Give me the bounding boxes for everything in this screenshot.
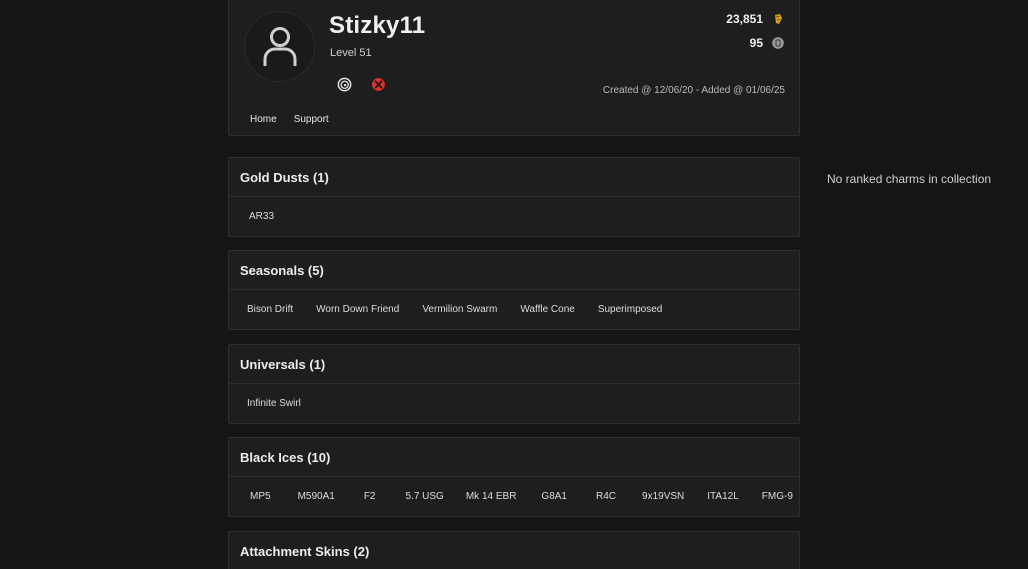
attachment-skins-title: Attachment Skins (2): [240, 544, 370, 559]
username: Stizky11: [329, 12, 426, 39]
section-header: Seasonals (5): [229, 251, 799, 290]
section-items: Bison Drift Worn Down Friend Vermilion S…: [229, 290, 799, 329]
section-items: Infinite Swirl: [229, 384, 799, 423]
profile-card: Stizky11 Level 51 23,851 95 Created @ 12…: [228, 0, 800, 136]
seasonals-section: Seasonals (5) Bison Drift Worn Down Frie…: [228, 250, 800, 330]
ubisoft-icon[interactable]: [337, 77, 352, 92]
weapon-item[interactable]: ITA12L: [707, 491, 739, 502]
section-header: Attachment Skins (2): [229, 532, 799, 569]
black-ices-title: Black Ices (10): [240, 449, 331, 465]
black-ices-section: Black Ices (10) MP5 M590A1 F2 5.7 USG Mk…: [228, 437, 800, 517]
charm-item[interactable]: Bison Drift: [247, 304, 293, 315]
weapon-item[interactable]: R4C: [596, 491, 616, 502]
weapon-item[interactable]: MP5: [250, 491, 271, 502]
renown-stat: 95: [750, 36, 785, 50]
nav-support[interactable]: Support: [294, 114, 329, 125]
weapon-item[interactable]: F2: [364, 491, 376, 502]
credits-stat: 23,851: [726, 12, 785, 26]
weapon-item[interactable]: Mk 14 EBR: [466, 491, 517, 502]
section-items: MP5 M590A1 F2 5.7 USG Mk 14 EBR G8A1 R4C…: [229, 477, 799, 516]
weapon-item[interactable]: M590A1: [298, 491, 335, 502]
section-header: Black Ices (10): [229, 438, 799, 477]
gold-dusts-title: Gold Dusts (1): [240, 169, 329, 185]
section-header: Universals (1): [229, 345, 799, 384]
avatar: [244, 11, 315, 82]
weapon-item[interactable]: G8A1: [541, 491, 567, 502]
credits-value: 23,851: [726, 12, 763, 26]
section-items: AR33: [229, 197, 799, 236]
platform-links: [337, 77, 386, 92]
charm-item[interactable]: Worn Down Friend: [316, 304, 399, 315]
nav-home[interactable]: Home: [250, 114, 277, 125]
charm-item[interactable]: Superimposed: [598, 304, 662, 315]
charm-item[interactable]: Infinite Swirl: [247, 398, 301, 409]
section-header: Gold Dusts (1): [229, 158, 799, 197]
created-date: Created @ 12/06/20 - Added @ 01/06/25: [602, 85, 785, 96]
universals-section: Universals (1) Infinite Swirl: [228, 344, 800, 424]
profile-nav: Home Support: [250, 114, 329, 125]
universals-title: Universals (1): [240, 356, 326, 372]
weapon-item[interactable]: FMG-9: [762, 491, 793, 502]
attachment-skins-section: Attachment Skins (2): [228, 531, 800, 569]
credits-icon: [775, 14, 782, 24]
seasonals-title: Seasonals (5): [240, 262, 324, 278]
xbox-icon[interactable]: [371, 77, 386, 92]
charm-item[interactable]: AR33: [249, 211, 274, 222]
renown-icon: [772, 37, 784, 49]
renown-value: 95: [749, 36, 763, 50]
weapon-item[interactable]: 9x19VSN: [642, 491, 684, 502]
charm-item[interactable]: Waffle Cone: [520, 304, 574, 315]
player-level: Level 51: [330, 47, 372, 59]
user-icon: [263, 27, 297, 66]
charm-item[interactable]: Vermilion Swarm: [422, 304, 497, 315]
weapon-item[interactable]: 5.7 USG: [405, 491, 443, 502]
gold-dusts-section: Gold Dusts (1) AR33: [228, 157, 800, 237]
profile-page: Stizky11 Level 51 23,851 95 Created @ 12…: [0, 0, 1028, 569]
no-ranked-charms-message: No ranked charms in collection: [827, 172, 992, 186]
